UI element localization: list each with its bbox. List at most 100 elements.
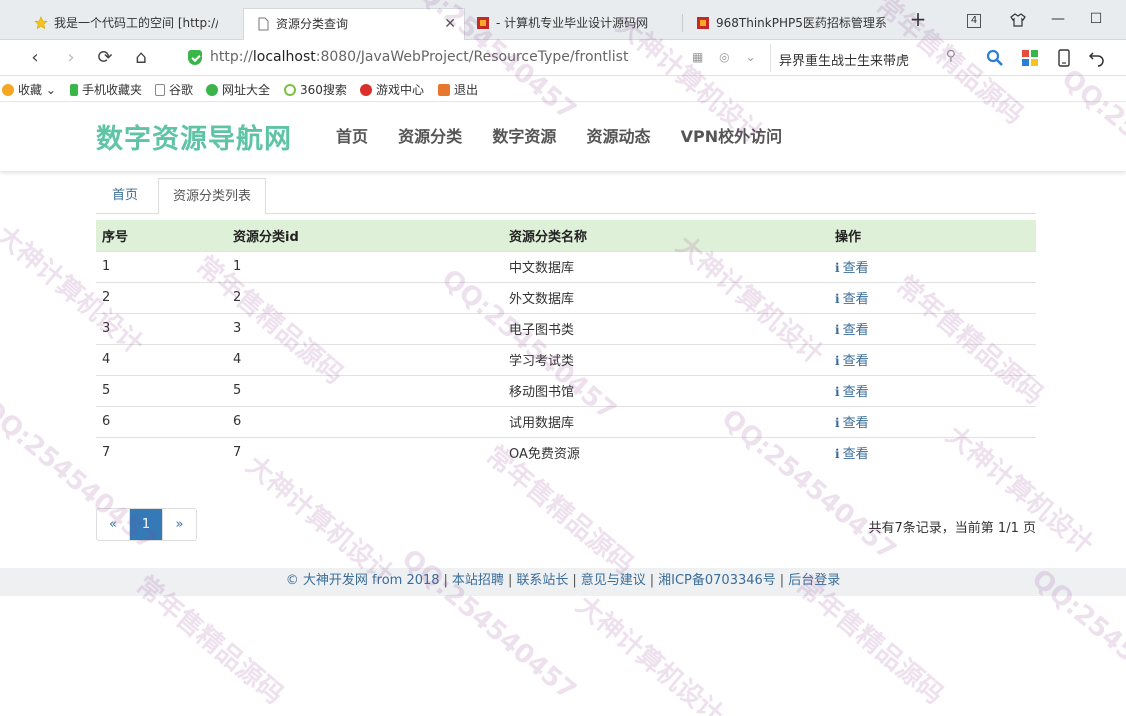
nav-home[interactable]: 首页: [336, 123, 368, 147]
table-row: 1 1 中文数据库 i 查看: [96, 250, 1036, 282]
url-field[interactable]: http://localhost:8080/JavaWebProject/Res…: [180, 44, 760, 72]
search-icon[interactable]: ⚲: [946, 48, 956, 64]
view-link[interactable]: i 查看: [835, 416, 869, 431]
skin-icon[interactable]: [1006, 8, 1030, 32]
bookmark-mobile[interactable]: 手机收藏夹: [70, 81, 142, 98]
footer-separator: |: [443, 573, 448, 588]
browser-window: 我是一个代码工的空间 [http://... 资源分类查询 ✕ - 计算机专业毕…: [0, 0, 1126, 716]
footer-icp-link[interactable]: 湘ICP备0703346号: [658, 573, 776, 588]
info-icon: i: [835, 292, 840, 306]
back-icon[interactable]: ‹: [22, 46, 48, 70]
info-icon: i: [835, 385, 840, 399]
tab-count-badge: 4: [966, 14, 982, 28]
bookmark-google[interactable]: 谷歌: [155, 81, 193, 98]
tab-count-button[interactable]: 4: [962, 8, 986, 32]
row-name-cell: 移动图书馆: [503, 374, 829, 406]
row-id-cell: 7: [227, 436, 503, 468]
maximize-icon[interactable]: ☐: [1084, 8, 1108, 32]
url-prefix: http://: [210, 49, 253, 65]
minimize-icon[interactable]: —: [1046, 8, 1070, 32]
table-row: 5 5 移动图书馆 i 查看: [96, 374, 1036, 406]
view-link[interactable]: i 查看: [835, 292, 869, 307]
site-header: 数字资源导航网 首页 资源分类 数字资源 资源动态 VPN校外访问: [0, 103, 1126, 171]
bookmark-games[interactable]: 游戏中心: [360, 81, 424, 98]
info-icon: i: [835, 323, 840, 337]
column-header: 资源分类id: [227, 220, 503, 251]
row-action-cell: i 查看: [829, 436, 1036, 468]
site-logo[interactable]: 数字资源导航网: [96, 117, 292, 156]
footer-separator: |: [649, 573, 655, 588]
row-number-cell: 2: [96, 281, 227, 313]
table-row: 6 6 试用数据库 i 查看: [96, 405, 1036, 437]
close-tab-icon[interactable]: ✕: [444, 9, 456, 39]
view-link[interactable]: i 查看: [835, 354, 869, 369]
page-1-button[interactable]: 1: [130, 509, 163, 540]
row-name-cell: 外文数据库: [503, 281, 829, 313]
view-link[interactable]: i 查看: [835, 323, 869, 338]
phone-icon: [70, 84, 78, 96]
prev-page-button[interactable]: «: [97, 509, 130, 540]
view-link[interactable]: i 查看: [835, 385, 869, 400]
breadcrumb-home[interactable]: 首页: [98, 178, 152, 215]
device-icon[interactable]: [1055, 49, 1073, 67]
site-favicon-icon: [477, 17, 489, 29]
row-name-cell: 试用数据库: [503, 405, 829, 437]
bookmark-label: 退出: [454, 83, 479, 97]
row-number-cell: 5: [96, 374, 227, 406]
forward-icon[interactable]: ›: [58, 46, 84, 70]
bookmark-label: 360搜索: [300, 83, 347, 97]
view-link-label: 查看: [842, 385, 869, 400]
row-number-cell: 1: [96, 250, 227, 282]
nav-resource-news[interactable]: 资源动态: [586, 123, 650, 147]
footer-feedback-link[interactable]: 意见与建议: [581, 573, 646, 588]
search-360-icon: [284, 84, 296, 96]
new-tab-button[interactable]: +: [906, 8, 930, 32]
nav-digital-resources[interactable]: 数字资源: [492, 123, 556, 147]
bookmark-favorites[interactable]: 收藏 ⌄: [2, 81, 56, 98]
star-icon: [2, 84, 14, 96]
url-text: http://localhost:8080/JavaWebProject/Res…: [210, 49, 628, 65]
footer-contact-link[interactable]: 联系站长: [516, 573, 568, 588]
info-icon: i: [835, 354, 840, 368]
tab-source-code-site[interactable]: - 计算机专业毕业设计源码网: [464, 8, 680, 40]
url-path: :8080/JavaWebProject/ResourceType/frontl…: [315, 49, 629, 65]
home-icon[interactable]: ⌂: [128, 46, 154, 70]
footer-admin-login[interactable]: 后台登录: [788, 573, 840, 588]
nav-vpn[interactable]: VPN校外访问: [681, 123, 783, 147]
row-name-cell: 学习考试类: [503, 343, 829, 375]
undo-icon[interactable]: [1088, 49, 1106, 67]
apps-icon[interactable]: [1021, 49, 1039, 67]
bookmark-sites[interactable]: 网址大全: [206, 81, 270, 98]
tab-thinkphp[interactable]: 968ThinkPHP5医药招标管理系: [684, 8, 900, 40]
info-icon: i: [835, 261, 840, 275]
bookmarks-bar: 收藏 ⌄ 手机收藏夹 谷歌 网址大全 360搜索 游戏中心 退出: [0, 76, 1126, 102]
table-row: 2 2 外文数据库 i 查看: [96, 281, 1036, 313]
footer-copyright[interactable]: © 大神开发网 from 2018: [286, 573, 440, 588]
column-header: 操作: [829, 220, 1036, 251]
view-link[interactable]: i 查看: [835, 447, 869, 462]
view-link[interactable]: i 查看: [835, 261, 869, 276]
refresh-icon[interactable]: ⟳: [92, 46, 118, 70]
magnifier-icon[interactable]: [986, 49, 1004, 67]
tab-code-space[interactable]: 我是一个代码工的空间 [http://...: [22, 8, 218, 40]
tab-resource-query[interactable]: 资源分类查询 ✕: [243, 8, 465, 40]
search-box[interactable]: 异界重生战士生来带虎 ⚲: [770, 44, 966, 72]
url-tools-icon[interactable]: ▦ ◎ ⌄: [692, 50, 762, 64]
row-id-cell: 5: [227, 374, 503, 406]
table-header-row: 序号 资源分类id 资源分类名称 操作: [96, 220, 1036, 251]
page-icon: [155, 84, 165, 96]
search-input[interactable]: 异界重生战士生来带虎: [779, 50, 909, 69]
tab-strip: 我是一个代码工的空间 [http://... 资源分类查询 ✕ - 计算机专业毕…: [0, 0, 1126, 40]
next-page-button[interactable]: »: [163, 509, 196, 540]
bookmark-360[interactable]: 360搜索: [284, 81, 347, 98]
row-id-cell: 1: [227, 250, 503, 282]
bookmark-label: 收藏: [18, 83, 43, 97]
footer-separator: |: [779, 573, 785, 588]
view-link-label: 查看: [842, 447, 869, 463]
nav-resource-types[interactable]: 资源分类: [398, 123, 462, 147]
game-icon: [360, 84, 372, 96]
footer-jobs-link[interactable]: 本站招聘: [452, 573, 504, 588]
row-action-cell: i 查看: [829, 250, 1036, 282]
row-action-cell: i 查看: [829, 374, 1036, 406]
bookmark-exit[interactable]: 退出: [438, 81, 478, 98]
